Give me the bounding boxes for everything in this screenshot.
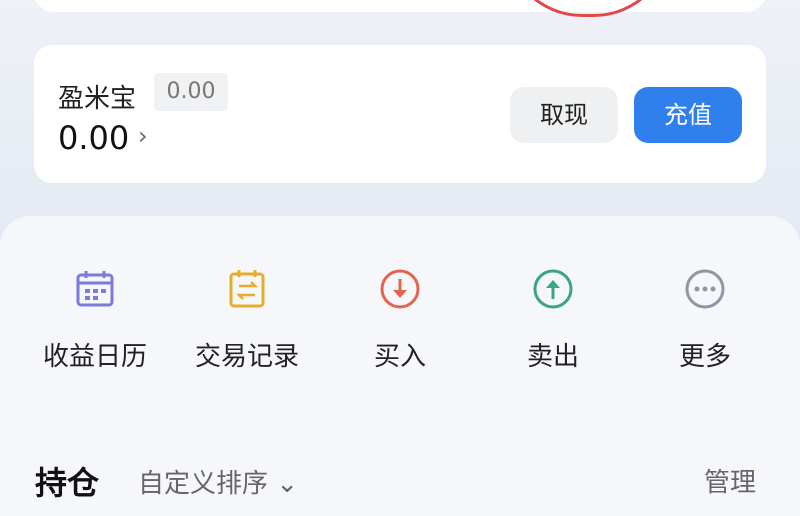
wallet-name: 盈米宝 — [58, 84, 137, 114]
recharge-button[interactable]: 充值 — [634, 87, 742, 143]
wallet-detail-chevron-icon[interactable]: › — [138, 122, 148, 150]
holdings-title: 持仓 — [35, 464, 100, 502]
manage-button[interactable]: 管理 — [704, 462, 756, 499]
action-sell[interactable]: 卖出 — [478, 268, 628, 378]
action-label: 收益日历 — [42, 342, 147, 372]
action-label: 交易记录 — [194, 342, 299, 372]
withdraw-button[interactable]: 取现 — [510, 87, 618, 143]
custom-sort-dropdown[interactable]: 自定义排序 ⌄ — [138, 463, 298, 500]
action-label: 更多 — [678, 342, 731, 372]
action-income-calendar[interactable]: 收益日历 — [20, 268, 170, 378]
calendar-icon — [76, 271, 114, 307]
action-label: 卖出 — [526, 342, 579, 372]
wallet-tag: 0.00 — [154, 73, 228, 111]
sell-icon — [533, 269, 573, 309]
more-icon — [685, 269, 725, 309]
transaction-record-icon — [229, 270, 265, 308]
action-buy[interactable]: 买入 — [325, 268, 475, 378]
action-more[interactable]: 更多 — [630, 268, 780, 378]
buy-icon — [380, 269, 420, 309]
action-label: 买入 — [373, 342, 426, 372]
wallet-balance[interactable]: 0.00 — [58, 119, 129, 157]
action-transaction-record[interactable]: 交易记录 — [172, 268, 322, 378]
wallet-card: 盈米宝 0.00 0.00 › 取现 充值 — [34, 45, 766, 183]
main-panel: 收益日历 交易记录 买入 卖出 更多 持仓 自定义排序 ⌄ 管理 — [0, 216, 800, 516]
top-card — [34, 0, 766, 12]
